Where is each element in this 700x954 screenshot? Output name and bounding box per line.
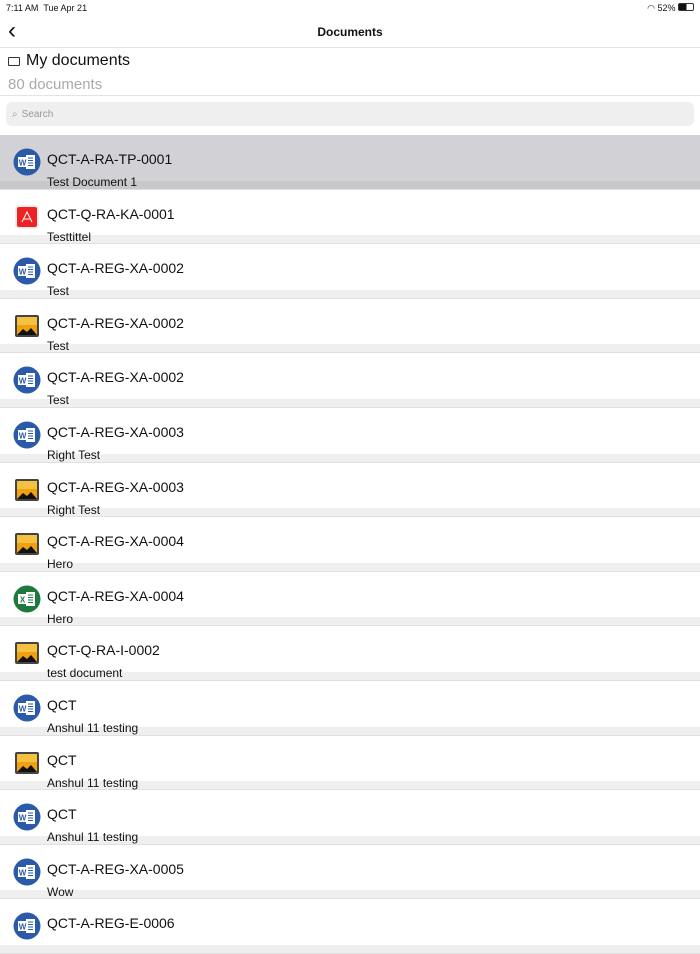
row-divider (0, 617, 700, 627)
word-icon: W (13, 148, 41, 176)
document-subtitle: Test Document 1 (47, 175, 138, 189)
document-title: QCT-A-REG-XA-0003 (47, 423, 184, 440)
svg-text:W: W (19, 868, 27, 877)
svg-text:W: W (19, 268, 27, 277)
battery-level: 52% (657, 2, 676, 13)
document-row[interactable]: W QCT-A-RA-TP-0001 Test Document 1 (0, 135, 700, 190)
status-time: 7:11 AM (6, 3, 39, 13)
word-icon: W (13, 803, 41, 831)
document-subtitle: Anshul 11 testing (47, 830, 139, 845)
document-row[interactable]: W QCT-A-REG-XA-0002 Test (0, 353, 700, 408)
document-row[interactable]: QCT-A-REG-XA-0004 Hero (0, 517, 700, 572)
image-file-icon (13, 312, 41, 340)
search-icon: ⌕ (12, 108, 18, 120)
document-title: QCT (47, 696, 77, 713)
document-row[interactable]: QCT-A-REG-XA-0002 Test (0, 298, 700, 354)
row-divider (0, 944, 700, 954)
page-title: Documents (317, 25, 383, 39)
search-placeholder: Search (21, 108, 54, 120)
image-file-icon (13, 476, 41, 504)
image-file-icon (13, 530, 41, 558)
folder-header: My documents 80 documents (0, 48, 700, 96)
document-subtitle: Test (47, 393, 70, 408)
document-subtitle: Test (47, 338, 70, 353)
svg-text:W: W (19, 923, 27, 932)
document-subtitle: Right Test (47, 502, 101, 517)
status-bar: 7:11 AM Tue Apr 21 ◠ 52% (0, 0, 700, 16)
battery-icon (678, 2, 694, 11)
document-row[interactable]: QCT-A-REG-XA-0003 Right Test (0, 462, 700, 518)
document-title: QCT-A-REG-XA-0002 (47, 260, 184, 277)
row-divider (0, 289, 700, 299)
document-row[interactable]: X QCT-A-REG-XA-0004 Hero (0, 571, 700, 627)
svg-text:X: X (20, 595, 26, 604)
document-title: QCT-A-REG-E-0006 (47, 915, 175, 932)
folder-icon (8, 56, 20, 66)
row-divider (0, 398, 700, 408)
word-icon: W (13, 257, 41, 285)
document-subtitle: Right Test (47, 447, 101, 462)
svg-text:W: W (19, 431, 27, 440)
document-title: QCT-Q-RA-I-0002 (47, 642, 160, 659)
svg-text:W: W (19, 159, 27, 168)
row-divider (0, 235, 700, 245)
status-date: Tue Apr 21 (43, 3, 88, 13)
excel-icon: X (13, 585, 41, 613)
nav-bar: ‹ Documents (0, 16, 700, 48)
document-count: 80 documents (8, 76, 103, 93)
row-divider (0, 890, 700, 900)
row-divider (0, 453, 700, 463)
word-icon: W (13, 421, 41, 449)
document-row[interactable]: W QCT-A-REG-XA-0003 Right Test (0, 407, 700, 463)
document-subtitle: Anshul 11 testing (47, 720, 139, 735)
document-row[interactable]: W QCT Anshul 11 testing (0, 790, 700, 845)
document-title: QCT-A-REG-XA-0003 (47, 478, 184, 495)
document-title: QCT-A-REG-XA-0002 (47, 369, 184, 386)
document-subtitle: test document (47, 666, 123, 681)
row-divider (0, 508, 700, 518)
document-list: W QCT-A-RA-TP-0001 Test Document 1 QCT-Q… (0, 135, 700, 954)
search-input[interactable]: ⌕ Search (6, 102, 694, 126)
pdf-icon (13, 203, 41, 231)
document-row[interactable]: QCT-Q-RA-KA-0001 Testtittel (0, 189, 700, 245)
document-subtitle: Test (47, 284, 70, 299)
row-divider (0, 562, 700, 572)
svg-text:W: W (19, 704, 27, 713)
document-title: QCT-A-REG-XA-0005 (47, 860, 184, 877)
document-title: QCT (47, 751, 77, 768)
document-subtitle: Wow (47, 884, 74, 899)
folder-name: My documents (26, 52, 131, 69)
row-divider (0, 344, 700, 354)
word-icon: W (13, 858, 41, 886)
document-title: QCT-Q-RA-KA-0001 (47, 205, 175, 222)
document-title: QCT (47, 806, 77, 823)
word-icon: W (13, 366, 41, 394)
document-row[interactable]: W QCT-A-REG-XA-0002 Test (0, 244, 700, 299)
document-row[interactable]: W QCT-A-REG-E-0006 (0, 899, 700, 954)
svg-text:W: W (19, 814, 27, 823)
image-file-icon (13, 639, 41, 667)
image-file-icon (13, 749, 41, 777)
document-title: QCT-A-REG-XA-0002 (47, 314, 184, 331)
document-row[interactable]: W QCT Anshul 11 testing (0, 680, 700, 736)
document-title: QCT-A-RA-TP-0001 (47, 151, 173, 167)
document-title: QCT-A-REG-XA-0004 (47, 533, 184, 550)
word-icon: W (13, 694, 41, 722)
document-row[interactable]: QCT-Q-RA-I-0002 test document (0, 626, 700, 681)
back-button[interactable]: ‹ (8, 19, 16, 43)
word-icon: W (13, 912, 41, 940)
document-subtitle: Anshul 11 testing (47, 775, 139, 790)
document-row[interactable]: W QCT-A-REG-XA-0005 Wow (0, 844, 700, 900)
svg-text:W: W (19, 377, 27, 386)
document-row[interactable]: QCT Anshul 11 testing (0, 735, 700, 791)
wifi-icon: ◠ (647, 2, 655, 13)
document-subtitle: Hero (47, 611, 74, 626)
document-title: QCT-A-REG-XA-0004 (47, 587, 184, 604)
document-subtitle: Hero (47, 557, 74, 572)
document-subtitle: Testtittel (47, 229, 92, 244)
